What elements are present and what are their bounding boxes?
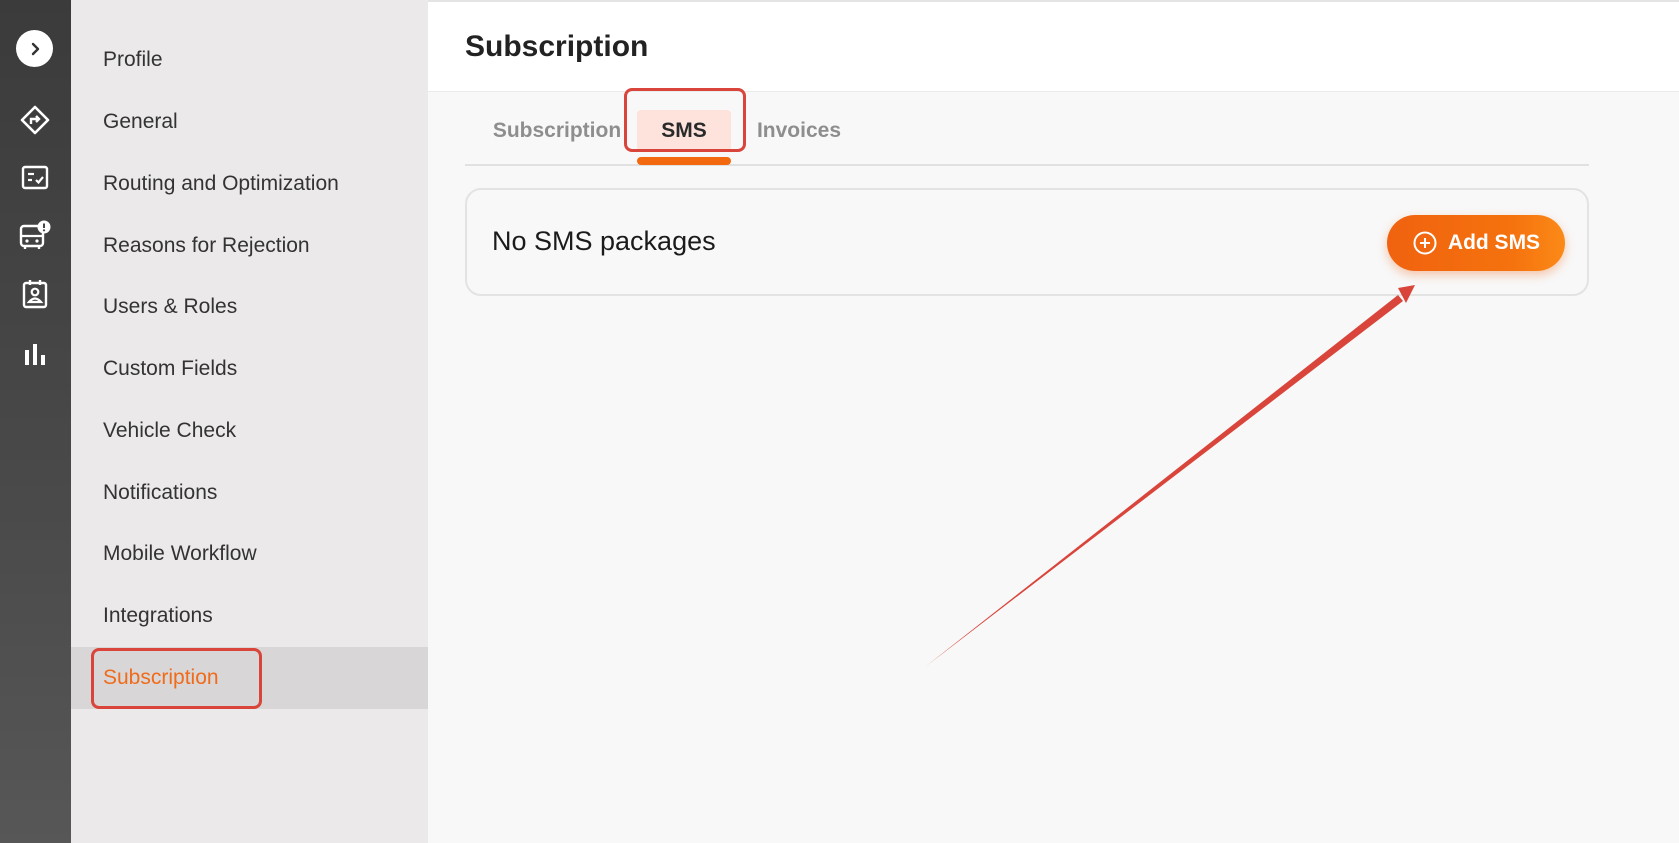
icon-rail: [0, 0, 71, 843]
sidebar-item-label: General: [103, 110, 178, 133]
sidebar-item-label: Profile: [103, 48, 163, 71]
sidebar-item-notifications[interactable]: Notifications: [71, 462, 428, 524]
sidebar-item-mobile-workflow[interactable]: Mobile Workflow: [71, 523, 428, 585]
sidebar-item-label: Mobile Workflow: [103, 542, 257, 565]
nav-reports-button[interactable]: [15, 334, 55, 374]
tab-sms[interactable]: SMS: [637, 110, 731, 152]
route-icon: [20, 105, 50, 135]
tab-label: SMS: [661, 119, 707, 142]
nav-tasks-button[interactable]: [15, 158, 55, 198]
contact-card-icon: [22, 280, 48, 309]
tab-label: Subscription: [492, 119, 622, 142]
sidebar-item-label: Vehicle Check: [103, 419, 237, 442]
tab-invoices[interactable]: Invoices: [749, 110, 849, 152]
nav-vehicles-button[interactable]: [15, 215, 55, 255]
empty-state-text: No SMS packages: [492, 226, 716, 256]
sidebar-item-label: Integrations: [103, 604, 213, 627]
sidebar-item-rejection-reasons[interactable]: Reasons for Rejection: [71, 215, 428, 277]
sidebar-item-label: Subscription: [103, 666, 219, 689]
sidebar-item-vehicle-check[interactable]: Vehicle Check: [71, 400, 428, 462]
sidebar-item-label: Custom Fields: [103, 357, 238, 380]
tab-subscription[interactable]: Subscription: [473, 110, 641, 152]
sidebar-item-profile[interactable]: Profile: [71, 29, 428, 91]
vehicle-alert-icon: [19, 220, 51, 249]
sidebar-item-label: Users & Roles: [103, 295, 238, 318]
sidebar-item-general[interactable]: General: [71, 91, 428, 153]
sidebar-item-label: Reasons for Rejection: [103, 234, 310, 257]
expand-rail-button[interactable]: [16, 30, 53, 67]
chevron-right-icon: [31, 42, 39, 55]
sidebar-item-routing[interactable]: Routing and Optimization: [71, 153, 428, 215]
page-header: Subscription: [428, 0, 1679, 92]
add-sms-button[interactable]: Add SMS: [1387, 215, 1565, 271]
sidebar-item-integrations[interactable]: Integrations: [71, 585, 428, 647]
tab-bar: Subscription SMS Invoices: [465, 110, 1589, 166]
nav-contacts-button[interactable]: [15, 274, 55, 314]
tab-label: Invoices: [756, 119, 842, 142]
add-sms-label: Add SMS: [1447, 231, 1541, 254]
nav-routes-button[interactable]: [15, 100, 55, 140]
sidebar-item-subscription[interactable]: Subscription: [71, 647, 428, 709]
main-content: Subscription SMS Invoices No SMS package…: [428, 92, 1679, 843]
sidebar-item-label: Routing and Optimization: [103, 172, 339, 195]
sidebar-item-label: Notifications: [103, 481, 218, 504]
sidebar-item-users-roles[interactable]: Users & Roles: [71, 276, 428, 338]
sms-packages-card: No SMS packages Add SMS: [465, 188, 1589, 296]
app-window: Profile General Routing and Optimization…: [0, 0, 1679, 843]
bar-chart-icon: [25, 344, 45, 365]
sidebar-item-custom-fields[interactable]: Custom Fields: [71, 338, 428, 400]
settings-sidebar: Profile General Routing and Optimization…: [71, 0, 428, 843]
plus-circle-icon: [1413, 231, 1437, 255]
page-title: Subscription: [465, 30, 649, 63]
active-tab-indicator: [637, 157, 731, 165]
checklist-icon: [21, 165, 49, 190]
